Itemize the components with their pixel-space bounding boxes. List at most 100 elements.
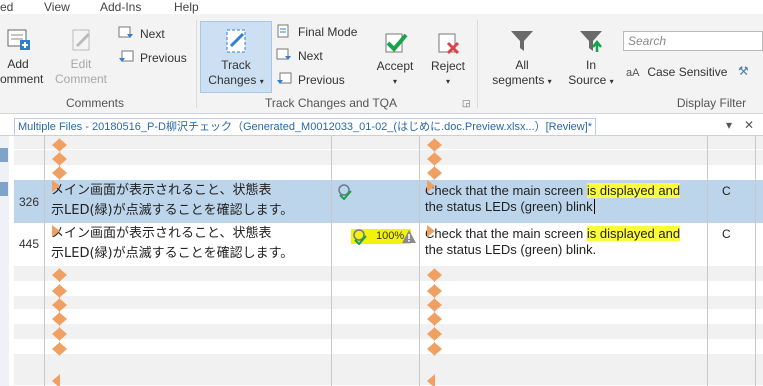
next-comment-icon [118, 26, 133, 38]
tag-row [14, 150, 763, 166]
tag-close-marker [59, 152, 67, 166]
track-changes-label-2: Changes [208, 73, 257, 87]
target-highlight: is displayed and [586, 183, 681, 198]
tag-close-marker [434, 312, 442, 326]
menu-help[interactable]: Help [174, 0, 199, 14]
tag-row [14, 266, 763, 282]
add-comment-icon [7, 29, 30, 50]
target-line-2: the status LEDs (green) blink. [425, 242, 597, 257]
tag-row [14, 324, 763, 340]
final-mode-button[interactable]: Final Mode [276, 24, 357, 40]
track-changes-dropdown-icon: ▾ [259, 77, 264, 86]
panel-marker [0, 182, 8, 196]
edit-comment-label-2: Comment [54, 72, 107, 86]
track-changes-button[interactable]: Track Changes ▾ [200, 21, 272, 93]
tag-close-marker [434, 268, 442, 282]
match-percent: 100% [376, 230, 405, 242]
edit-comment-label-1: Edit [70, 57, 92, 71]
segment-status: C [722, 184, 731, 198]
tag-close-marker [59, 138, 67, 152]
menu-add-ins[interactable]: Add-Ins [100, 0, 141, 14]
add-comment-label-1: Add [7, 57, 29, 71]
tag-row [14, 136, 763, 150]
dialog-launcher-icon[interactable]: ◲ [462, 98, 471, 109]
case-sensitive-label: Case Sensitive [647, 65, 728, 79]
case-sensitive-toggle[interactable]: aA Case Sensitive [626, 64, 727, 81]
tag-close-marker [59, 327, 67, 341]
in-source-dropdown-icon: ▾ [609, 77, 614, 86]
tag-close-marker [59, 268, 67, 282]
segment-grid: 326 メイン画面が表示されること、状態表 示LED(緑)が点滅することを確認し… [14, 136, 763, 386]
tag-close-marker [434, 298, 442, 312]
previous-change-button[interactable]: Previous [276, 72, 345, 88]
add-comment-label-2: omment [0, 72, 44, 86]
tag-close-marker [59, 342, 67, 356]
document-tab[interactable]: Multiple Files - 20180516_P-D柳沢チェック（Gene… [14, 118, 597, 135]
target-text[interactable]: Check that the main screen is displayed … [425, 183, 681, 215]
menu-bar: ed View Add-Ins Help [0, 0, 763, 14]
edit-comment-button[interactable]: Edit Comment [52, 24, 110, 90]
previous-change-icon [277, 72, 292, 84]
case-sensitive-icon: aA [626, 67, 640, 79]
reject-icon [438, 33, 460, 55]
target-text[interactable]: Check that the main screen is displayed … [425, 226, 681, 258]
text-cursor [593, 199, 599, 214]
all-segments-dropdown-icon: ▾ [547, 77, 552, 86]
final-mode-label: Final Mode [298, 25, 358, 39]
clear-filter-icon[interactable]: ⚒ [738, 64, 749, 78]
column-divider [331, 136, 332, 386]
next-comment-button[interactable]: Next [118, 26, 165, 42]
tag-close-marker [434, 284, 442, 298]
in-source-button[interactable]: In Source ▾ [562, 26, 620, 94]
tag-row [14, 340, 763, 354]
add-comment-button[interactable]: Add omment [0, 24, 44, 90]
panel-marker [0, 148, 8, 162]
previous-comment-button[interactable]: Previous [118, 50, 187, 66]
in-source-label-2: Source [568, 73, 607, 87]
track-changes-group-label: Track Changes and TQA [264, 96, 398, 110]
tag-close-marker [59, 284, 67, 298]
accept-icon [385, 33, 408, 53]
comments-group-label: Comments [65, 96, 124, 110]
tag-marker [427, 225, 435, 237]
menu-view[interactable]: View [44, 0, 70, 14]
previous-comment-icon [119, 50, 134, 62]
left-panel-edge [0, 136, 9, 386]
segment-row[interactable]: 326 メイン画面が表示されること、状態表 示LED(緑)が点滅することを確認し… [14, 180, 763, 224]
confirmed-status-icon [353, 229, 367, 245]
tag-marker [52, 374, 60, 386]
search-input[interactable] [623, 31, 763, 51]
next-change-button[interactable]: Next [276, 48, 323, 64]
accept-button[interactable]: Accept ▾ [366, 26, 424, 92]
reject-dropdown-icon: ▾ [445, 77, 450, 86]
filter-icon [511, 31, 533, 51]
column-divider [755, 136, 756, 386]
source-line-2: 示LED(緑)が点滅することを確認します。 [51, 203, 294, 218]
target-line-1: Check that the main screen [425, 226, 587, 241]
close-tab-icon[interactable]: ✕ [744, 118, 754, 132]
target-highlight: is displayed and [586, 226, 681, 241]
tag-marker [427, 284, 435, 298]
next-comment-label: Next [140, 27, 165, 41]
tag-row [14, 166, 763, 180]
segment-number: 445 [18, 237, 40, 251]
all-segments-button[interactable]: All segments ▾ [490, 26, 554, 94]
reject-button[interactable]: Reject ▾ [420, 26, 476, 92]
next-change-icon [276, 48, 291, 60]
track-changes-icon [226, 29, 246, 53]
edit-comment-icon [72, 29, 91, 51]
accept-dropdown-icon: ▾ [392, 77, 397, 86]
all-segments-label-1: All [515, 58, 529, 72]
in-source-label-1: In [585, 58, 596, 72]
tag-close-marker [434, 342, 442, 356]
document-tab-strip: Multiple Files - 20180516_P-D柳沢チェック（Gene… [0, 116, 763, 136]
previous-change-label: Previous [298, 73, 345, 87]
menu-edit[interactable]: ed [0, 0, 13, 14]
warning-icon[interactable] [402, 230, 416, 243]
ribbon: Add omment Edit Comment Next Previous Co… [0, 14, 763, 114]
ribbon-separator [477, 20, 478, 108]
column-divider [419, 136, 420, 386]
tab-list-dropdown-icon[interactable]: ▾ [726, 118, 732, 132]
confirmed-status-icon [338, 184, 352, 200]
tag-marker [427, 180, 435, 192]
